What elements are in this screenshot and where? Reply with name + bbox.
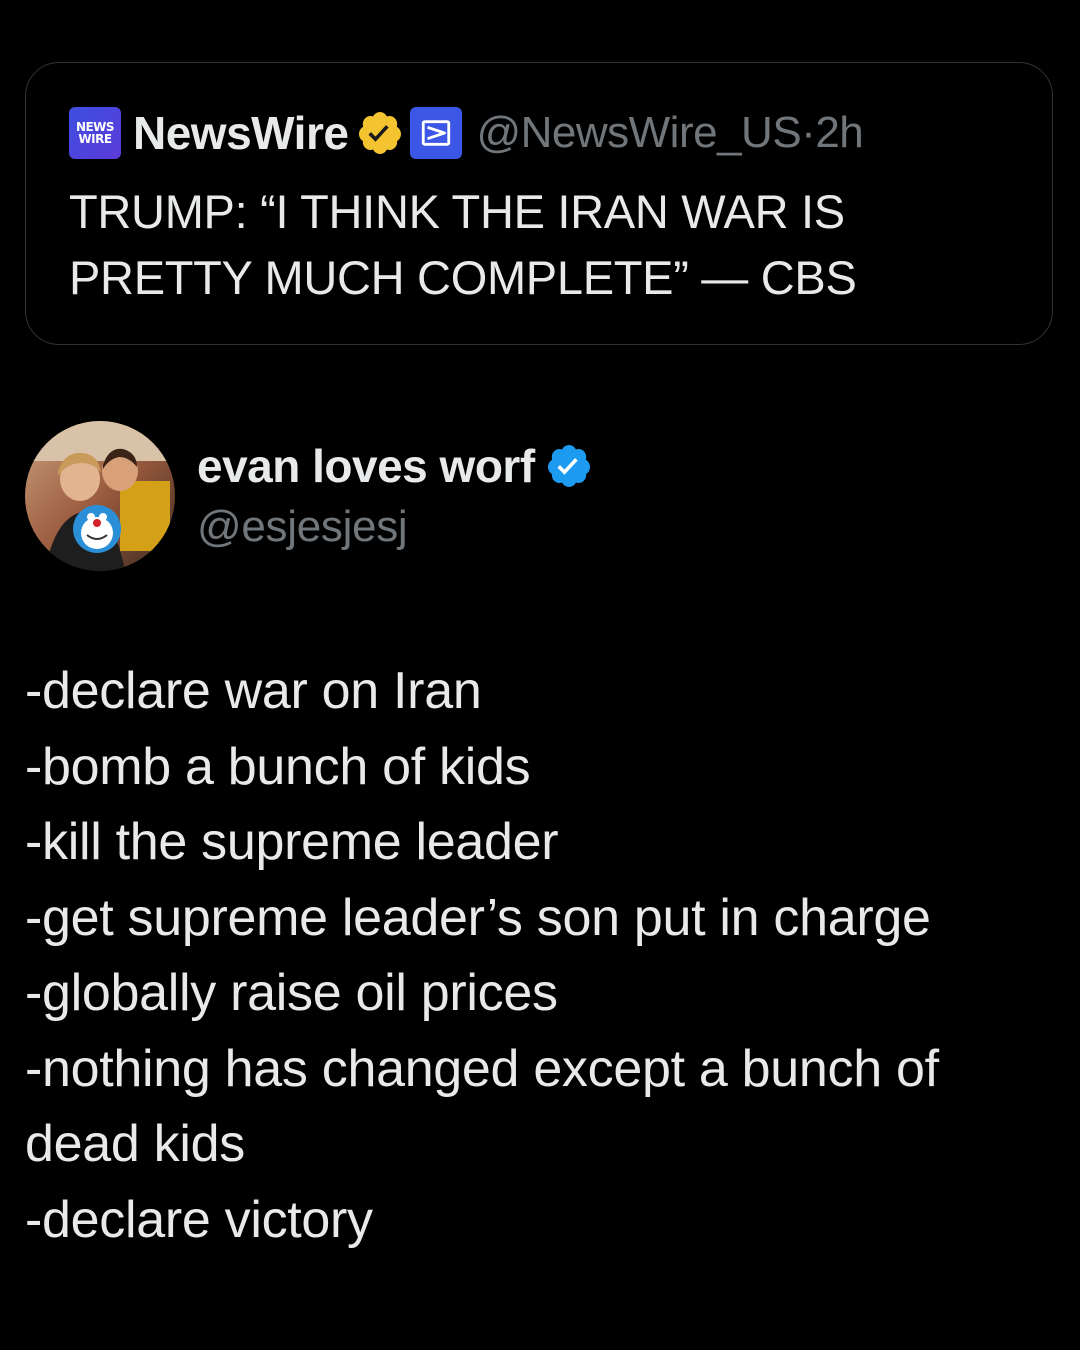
tweet-line: -nothing has changed except a bunch of d… (25, 1039, 939, 1174)
author-name-row: evan loves worf (197, 438, 593, 494)
avatar[interactable] (25, 421, 175, 571)
tweet-text: -declare war on Iran -bomb a bunch of ki… (25, 654, 1055, 1258)
avatar-photo (25, 421, 175, 571)
author-name[interactable]: evan loves worf (197, 439, 535, 493)
affiliate-glyph-icon (422, 120, 451, 146)
logo-text-line2: WIRE (78, 132, 112, 146)
affiliate-badge-icon[interactable] (410, 107, 463, 159)
tweet-line: -declare war on Iran (25, 662, 482, 720)
quoted-tweet-header: NEWS WIRE NewsWire @NewsWire_US·2h (69, 105, 864, 161)
blue-verified-badge-icon (547, 445, 590, 487)
tweet-line: -bomb a bunch of kids (25, 737, 531, 796)
tweet-line: -kill the supreme leader (25, 813, 559, 871)
tweet-line: -globally raise oil prices (25, 964, 558, 1022)
tweet-line: -get supreme leader’s son put in charge (25, 888, 931, 947)
gold-verified-badge-icon (359, 112, 402, 154)
quoted-handle-and-time[interactable]: @NewsWire_US·2h (476, 108, 863, 158)
quoted-tweet-text: TRUMP: “I THINK THE IRAN WAR IS PRETTY M… (69, 185, 857, 304)
author-handle[interactable]: @esjesjesj (197, 502, 408, 552)
newswire-logo-icon[interactable]: NEWS WIRE (69, 107, 121, 159)
tweet-line: -declare victory (25, 1190, 373, 1249)
quoted-author-name[interactable]: NewsWire (133, 106, 349, 160)
quoted-tweet-card[interactable]: NEWS WIRE NewsWire @NewsWire_US·2h TRUMP… (25, 62, 1053, 345)
